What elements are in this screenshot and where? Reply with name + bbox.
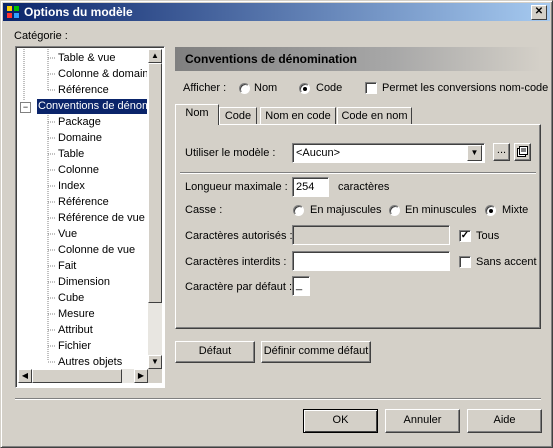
tree-vertical-scrollbar[interactable]: ▲ ▼ [148,49,162,369]
all-chars-checkbox[interactable]: ✓ [459,230,471,242]
tree-item[interactable]: Référence [58,195,109,210]
window-title: Options du modèle [24,5,133,19]
category-label: Catégorie : [14,30,68,42]
close-button[interactable]: ✕ [531,5,547,20]
tree-item[interactable]: Cube [58,291,84,306]
tree-item[interactable]: Index [58,179,85,194]
panel-header: Conventions de dénomination [175,47,541,71]
app-icon [6,5,20,19]
tree-item[interactable]: Domaine [58,131,102,146]
scroll-thumb[interactable] [148,63,162,303]
panel-title: Conventions de dénomination [185,52,358,66]
tree-item[interactable]: Package [58,115,101,130]
scroll-thumb-horizontal[interactable] [32,369,122,383]
tree-item[interactable]: Colonne [58,163,99,178]
close-icon: ✕ [534,6,544,17]
category-tree[interactable]: − Table & vue Colonne & domaine Référenc… [15,46,165,388]
set-default-button[interactable]: Définir comme défaut [261,341,371,363]
tree-item[interactable]: Fichier [58,339,91,354]
tab-nom[interactable]: Nom [175,104,219,125]
default-char-value: _ [296,279,303,291]
category-tree-list: − Table & vue Colonne & domaine Référenc… [18,49,147,369]
options-dialog: Options du modèle ✕ Catégorie : − Table … [0,0,553,448]
case-upper-radio[interactable] [293,205,304,216]
allowed-chars-label: Caractères autorisés : [185,230,293,242]
all-chars-label: Tous [476,230,500,242]
forbidden-chars-label: Caractères interdits : [185,256,287,268]
help-button[interactable]: Aide [467,409,542,433]
no-accent-label: Sans accent [476,256,537,268]
afficher-nom-label: Nom [254,82,278,94]
no-accent-checkbox[interactable] [459,256,471,268]
tree-item[interactable]: Référence de vue [58,211,145,226]
case-mixed-label: Mixte [502,204,529,216]
afficher-code-radio[interactable] [299,83,310,94]
tab-panel-nom: Utiliser le modèle : <Aucun> ▼ ... Longu… [175,124,541,329]
permit-conversion-label: Permet les conversions nom-code [382,82,549,94]
forbidden-chars-input[interactable] [292,251,450,271]
afficher-code-label: Code [316,82,343,94]
model-select[interactable]: <Aucun> ▼ [292,143,485,163]
afficher-nom-radio[interactable] [239,83,250,94]
tree-item[interactable]: Table & vue [58,51,115,66]
model-select-value: <Aucun> [296,147,341,159]
tree-item[interactable]: Colonne de vue [58,243,135,258]
maxlen-unit: caractères [338,181,390,193]
cancel-button[interactable]: Annuler [385,409,460,433]
tab-code[interactable]: Code [219,107,257,125]
browse-button[interactable]: ... [493,143,510,161]
form-divider [180,172,536,174]
case-mixed-radio[interactable] [485,205,496,216]
scroll-right-icon[interactable]: ▶ [134,369,148,383]
case-upper-label: En majuscules [310,204,382,216]
collapse-toggle-icon[interactable]: − [20,102,31,113]
default-char-label: Caractère par défaut : [185,281,293,293]
tree-item-selected[interactable]: Conventions de dénom [35,98,147,115]
case-lower-radio[interactable] [389,205,400,216]
default-char-input[interactable]: _ [292,276,310,296]
dropdown-arrow-icon[interactable]: ▼ [467,145,482,161]
title-bar[interactable]: Options du modèle ✕ [3,3,550,21]
scroll-up-icon[interactable]: ▲ [148,49,162,63]
tree-item[interactable]: Fait [58,259,76,274]
tree-item[interactable]: Colonne & domaine [58,67,147,82]
scroll-down-icon[interactable]: ▼ [148,355,162,369]
properties-icon [517,146,528,157]
tree-item[interactable]: Autres objets [58,355,122,369]
afficher-label: Afficher : [183,82,227,94]
ok-button[interactable]: OK [303,409,378,433]
scroll-corner [148,369,162,383]
default-button[interactable]: Défaut [175,341,255,363]
permit-conversion-checkbox[interactable] [365,82,377,94]
maxlen-value: 254 [296,181,315,193]
case-lower-label: En minuscules [405,204,477,216]
maxlen-label: Longueur maximale : [185,181,288,193]
tree-item[interactable]: Dimension [58,275,110,290]
scroll-left-icon[interactable]: ◀ [18,369,32,383]
case-label: Casse : [185,204,223,216]
tab-code-en-nom[interactable]: Code en nom [337,107,412,125]
tree-item[interactable]: Mesure [58,307,95,322]
tree-item[interactable]: Table [58,147,84,162]
tree-item[interactable]: Attribut [58,323,93,338]
tab-nom-en-code[interactable]: Nom en code [260,107,336,125]
properties-button[interactable] [514,143,531,161]
footer-divider [15,398,541,400]
allowed-chars-input[interactable] [292,225,450,245]
tree-horizontal-scrollbar[interactable]: ◀ ▶ [18,369,148,383]
model-label: Utiliser le modèle : [185,147,276,159]
maxlen-input[interactable]: 254 [292,177,329,197]
tree-item[interactable]: Vue [58,227,77,242]
tree-item[interactable]: Référence [58,83,109,98]
